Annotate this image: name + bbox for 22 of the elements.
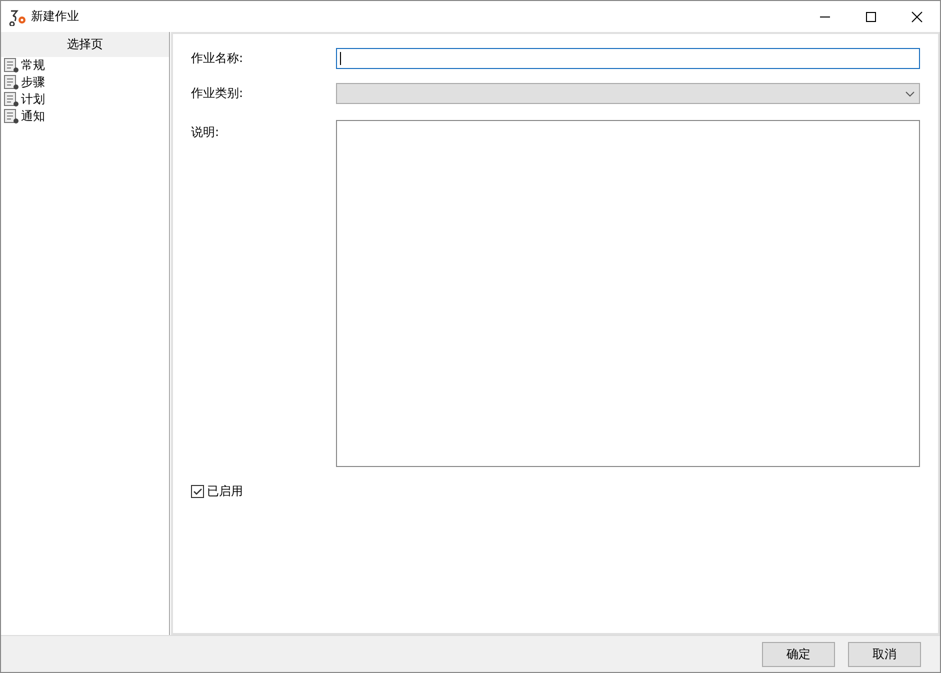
app-icon bbox=[9, 8, 27, 26]
sidebar-header: 选择页 bbox=[1, 32, 169, 57]
input-field[interactable] bbox=[336, 48, 920, 69]
page-icon bbox=[4, 92, 19, 107]
dialog-button[interactable]: 确定 bbox=[762, 642, 835, 666]
page-icon bbox=[4, 58, 19, 73]
window-title: 新建作业 bbox=[31, 8, 79, 25]
maximize-icon bbox=[865, 10, 877, 22]
field-label: 作业类别: bbox=[191, 85, 244, 102]
dialog-button[interactable]: 取消 bbox=[848, 642, 921, 666]
page-item[interactable]: 步骤 bbox=[21, 74, 45, 91]
page-icon bbox=[4, 75, 19, 90]
checkbox[interactable] bbox=[191, 485, 204, 498]
page-item[interactable]: 计划 bbox=[21, 91, 45, 108]
page-item[interactable]: 通知 bbox=[21, 108, 45, 125]
checkbox-label: 已启用 bbox=[207, 483, 243, 500]
field-label: 作业名称: bbox=[191, 50, 244, 67]
chevron-icon bbox=[905, 90, 915, 96]
field-label: 说明: bbox=[191, 124, 220, 141]
page-icon bbox=[4, 109, 19, 124]
page-item[interactable]: 常规 bbox=[21, 57, 45, 74]
close-icon bbox=[911, 10, 923, 22]
